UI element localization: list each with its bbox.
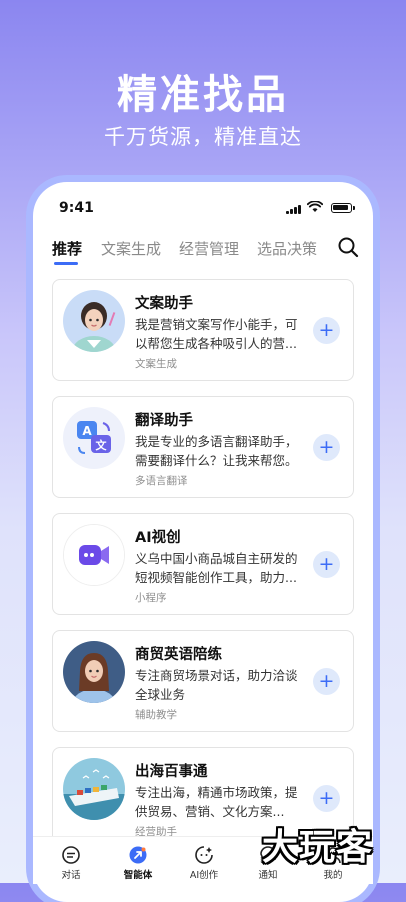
- svg-text:A: A: [82, 424, 92, 438]
- nav-chat[interactable]: 对话: [37, 837, 105, 884]
- woman-assistant-avatar: [63, 290, 125, 352]
- agent-card-copywriting[interactable]: 文案助手 我是营销文案写作小能手，可 以帮您生成各种吸引人的营... 文案生成 …: [52, 279, 354, 381]
- card-tag: 小程序: [135, 592, 167, 604]
- active-tab-indicator: [54, 262, 78, 265]
- svg-text:文: 文: [96, 438, 108, 452]
- card-tag: 辅助教学: [135, 709, 177, 721]
- ai-create-icon: [195, 846, 213, 864]
- status-bar: 9:41: [33, 182, 373, 234]
- add-button[interactable]: +: [313, 434, 340, 461]
- wifi-icon: [307, 201, 323, 212]
- card-tag: 多语言翻译: [135, 475, 188, 487]
- agent-icon: [129, 846, 147, 864]
- agent-card-business-english[interactable]: 商贸英语陪练 专注商贸场景对话，助力洽谈 全球业务 辅助教学 +: [52, 630, 354, 732]
- card-description-line-1: 我是专业的多语言翻译助手，: [135, 434, 298, 449]
- hero-title: 精准找品: [117, 72, 289, 118]
- battery-icon: [331, 203, 352, 213]
- card-description: 我是营销文案写作小能手，可 以帮您生成各种吸引人的营...: [135, 315, 303, 353]
- card-title: 文案助手: [135, 296, 193, 312]
- card-tag: 文案生成: [135, 358, 177, 370]
- card-title: 商贸英语陪练: [135, 647, 222, 663]
- tab-business-management[interactable]: 经营管理: [179, 238, 239, 259]
- nav-ai-create[interactable]: AI创作: [170, 837, 238, 884]
- card-description-line-1: 义乌中国小商品城自主研发的: [135, 551, 298, 566]
- add-button[interactable]: +: [313, 785, 340, 812]
- card-description-line-2: 短视频智能创作工具，助力...: [135, 570, 297, 585]
- translate-icon: A 文: [63, 407, 125, 469]
- tab-recommend[interactable]: 推荐: [52, 238, 82, 259]
- card-title: AI视创: [135, 530, 181, 546]
- search-icon[interactable]: [337, 236, 359, 258]
- nav-agents-label: 智能体: [123, 870, 153, 881]
- card-title: 出海百事通: [135, 764, 208, 780]
- card-description-line-1: 我是营销文案写作小能手，可: [135, 317, 298, 332]
- add-button[interactable]: +: [313, 668, 340, 695]
- signal-icon: [286, 205, 301, 214]
- card-description-line-2: 以帮您生成各种吸引人的营...: [135, 336, 297, 351]
- cargo-ship-image: [63, 758, 125, 820]
- status-time: 9:41: [59, 200, 94, 216]
- add-button[interactable]: +: [313, 551, 340, 578]
- tab-product-selection[interactable]: 选品决策: [257, 238, 317, 259]
- watermark: 大玩客: [262, 827, 374, 868]
- card-description-line-2: 全球业务: [135, 687, 186, 702]
- card-description-line-1: 专注出海，精通市场政策，提: [135, 785, 298, 800]
- card-description: 专注出海，精通市场政策，提 供贸易、营销、文化方案...: [135, 783, 303, 821]
- card-description-line-1: 专注商贸场景对话，助力洽谈: [135, 668, 298, 683]
- hero-subtitle: 千万货源，精准直达: [104, 125, 302, 149]
- woman-tutor-avatar: [63, 641, 125, 703]
- nav-ai-create-label: AI创作: [189, 870, 219, 881]
- nav-agents[interactable]: 智能体: [104, 837, 172, 884]
- phone-mockup: 9:41 推荐 文案生成 经营管理 选品决策 文案助手 我是营销文案写作小能手，…: [33, 182, 373, 902]
- nav-chat-label: 对话: [61, 870, 81, 881]
- agent-card-ai-video[interactable]: AI视创 义乌中国小商品城自主研发的 短视频智能创作工具，助力... 小程序 +: [52, 513, 354, 615]
- card-description: 我是专业的多语言翻译助手， 需要翻译什么？让我来帮您。: [135, 432, 303, 470]
- card-description-line-2: 需要翻译什么？让我来帮您。: [135, 453, 298, 468]
- agent-card-translation[interactable]: A 文 翻译助手 我是专业的多语言翻译助手， 需要翻译什么？让我来帮您。 多语言…: [52, 396, 354, 498]
- chat-icon: [62, 846, 80, 864]
- tab-copywriting[interactable]: 文案生成: [101, 238, 161, 259]
- card-description: 义乌中国小商品城自主研发的 短视频智能创作工具，助力...: [135, 549, 303, 587]
- card-title: 翻译助手: [135, 413, 193, 429]
- card-description: 专注商贸场景对话，助力洽谈 全球业务: [135, 666, 303, 704]
- category-tabs: 推荐 文案生成 经营管理 选品决策: [52, 234, 352, 268]
- battery-cap: [353, 206, 355, 210]
- add-button[interactable]: +: [313, 317, 340, 344]
- video-camera-icon: [63, 524, 125, 586]
